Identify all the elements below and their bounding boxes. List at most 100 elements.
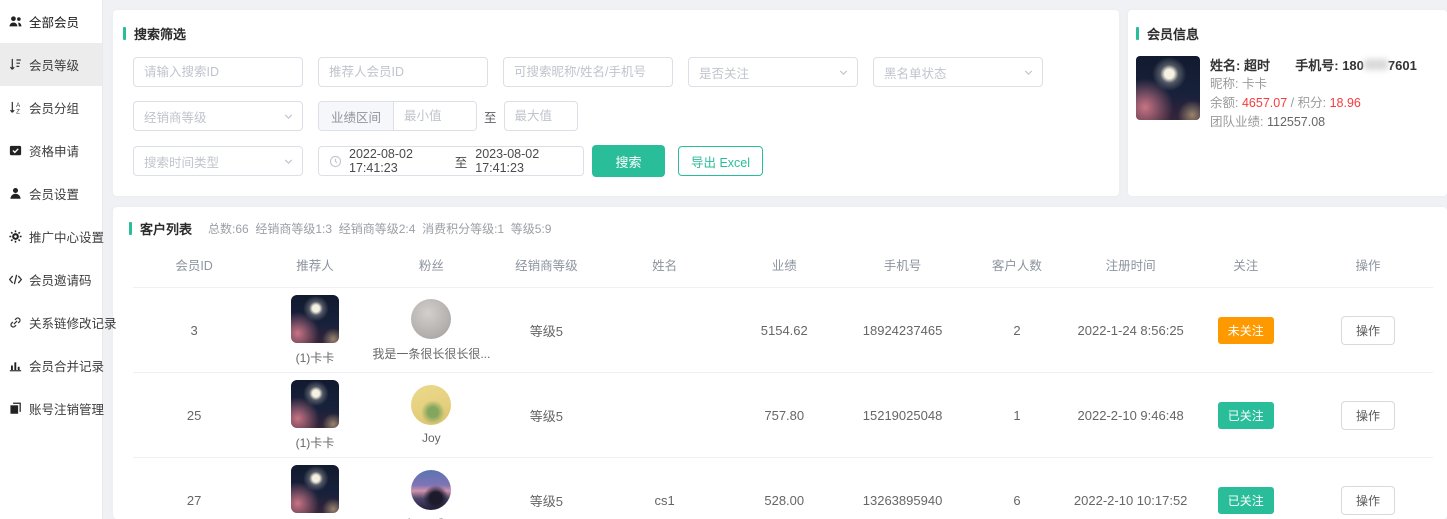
user-icon xyxy=(8,186,23,201)
sidebar-item-label: 会员等级 xyxy=(29,55,79,74)
row-action-button[interactable]: 操作 xyxy=(1341,401,1395,430)
col-member-id: 会员ID xyxy=(133,240,255,288)
follow-status-badge: 未关注 xyxy=(1218,317,1274,344)
cell-phone: 18924237465 xyxy=(844,288,961,373)
performance-min-input[interactable] xyxy=(394,102,476,130)
performance-max-input[interactable] xyxy=(504,101,578,131)
sidebar-item-label: 会员合并记录 xyxy=(29,356,104,375)
sidebar-item-all-members[interactable]: 全部会员 xyxy=(0,0,102,43)
nickname-value: 卡卡 xyxy=(1242,77,1267,91)
date-range-picker[interactable]: 2022-08-02 17:41:23 至 2023-08-02 17:41:2… xyxy=(318,146,584,176)
col-phone: 手机号 xyxy=(844,240,961,288)
row-action-button[interactable]: 操作 xyxy=(1341,486,1395,515)
search-button[interactable]: 搜索 xyxy=(592,145,665,177)
member-balance-line: 余额: 4657.07 / 积分: 18.96 xyxy=(1210,94,1417,113)
search-id-input[interactable] xyxy=(133,57,303,87)
sidebar-item-invite-code[interactable]: 会员邀请码 xyxy=(0,258,102,301)
sidebar-item-qualification[interactable]: 资格申请 xyxy=(0,129,102,172)
nickname-label: 昵称: xyxy=(1210,77,1238,91)
sidebar-item-relation-chain[interactable]: 关系链修改记录 xyxy=(0,301,102,344)
member-info-section-title: 会员信息 xyxy=(1136,24,1437,43)
chevron-down-icon xyxy=(283,156,294,167)
col-follow: 关注 xyxy=(1189,240,1303,288)
sidebar-item-promotion-settings[interactable]: 推广中心设置 xyxy=(0,215,102,258)
cell-register-time: 2022-1-24 8:56:25 xyxy=(1073,288,1189,373)
customer-list-section-title: 客户列表 xyxy=(129,219,192,238)
sidebar-item-member-settings[interactable]: 会员设置 xyxy=(0,172,102,215)
copy-file-icon xyxy=(8,401,23,416)
cell-customer-count: 2 xyxy=(961,288,1073,373)
col-referrer: 推荐人 xyxy=(255,240,375,288)
export-excel-button[interactable]: 导出 Excel xyxy=(678,146,763,176)
points-label: 积分: xyxy=(1298,96,1326,110)
cell-customer-count: 6 xyxy=(961,458,1073,519)
divider: / xyxy=(1291,96,1294,110)
referrer-avatar xyxy=(291,380,339,428)
referrer-avatar xyxy=(291,295,339,343)
referrer-avatar xyxy=(291,465,339,513)
sidebar-item-label: 账号注销管理 xyxy=(29,399,104,418)
sidebar-item-label: 推广中心设置 xyxy=(29,227,104,246)
member-name-phone-line: 姓名: 超时 手机号: 1807601 xyxy=(1210,56,1417,75)
sidebar-item-member-level[interactable]: 会员等级 xyxy=(0,43,102,86)
sidebar-item-label: 会员分组 xyxy=(29,98,79,117)
date-start: 2022-08-02 17:41:23 xyxy=(349,147,447,175)
col-fan: 粉丝 xyxy=(375,240,488,288)
bar-chart-icon xyxy=(8,358,23,373)
chevron-down-icon xyxy=(838,67,849,78)
customer-list-title-text: 客户列表 xyxy=(140,219,192,238)
col-dealer-level: 经销商等级 xyxy=(488,240,605,288)
cell-phone: 15219025048 xyxy=(844,373,961,458)
cell-dealer-level: 等级5 xyxy=(488,288,605,373)
time-type-placeholder: 搜索时间类型 xyxy=(144,152,219,171)
col-action: 操作 xyxy=(1303,240,1433,288)
cell-performance: 5154.62 xyxy=(724,288,844,373)
cell-phone: 13263895940 xyxy=(844,458,961,519)
time-type-select[interactable]: 搜索时间类型 xyxy=(133,146,303,176)
phone-blur xyxy=(1364,59,1388,70)
gear-icon xyxy=(8,229,23,244)
member-nickname-line: 昵称: 卡卡 xyxy=(1210,75,1417,94)
table-header-row: 会员ID 推荐人 粉丝 经销商等级 姓名 业绩 手机号 客户人数 注册时间 关注… xyxy=(133,240,1433,288)
sidebar-item-member-group[interactable]: AZ 会员分组 xyxy=(0,86,102,129)
balance-value: 4657.07 xyxy=(1242,96,1287,110)
accent-bar xyxy=(129,222,132,235)
cell-customer-count: 1 xyxy=(961,373,1073,458)
points-value: 18.96 xyxy=(1330,96,1361,110)
customer-list-card: 客户列表 总数:66 经销商等级1:3 经销商等级2:4 消费积分等级:1 等级… xyxy=(113,207,1447,519)
clock-icon xyxy=(329,155,342,168)
users-icon xyxy=(8,14,23,29)
referrer-caption: (1)卡卡 xyxy=(296,349,335,366)
col-register-time: 注册时间 xyxy=(1073,240,1189,288)
fan-caption: Joy xyxy=(422,431,441,445)
fan-avatar xyxy=(411,299,451,339)
cell-dealer-level: 等级5 xyxy=(488,373,605,458)
link-icon xyxy=(8,315,23,330)
customer-table: 会员ID 推荐人 粉丝 经销商等级 姓名 业绩 手机号 客户人数 注册时间 关注… xyxy=(133,240,1433,519)
referrer-id-input[interactable] xyxy=(318,57,488,87)
sidebar-item-label: 会员邀请码 xyxy=(29,270,92,289)
cell-dealer-level: 等级5 xyxy=(488,458,605,519)
sidebar-item-merge-record[interactable]: 会员合并记录 xyxy=(0,344,102,387)
sidebar-item-account-cancellation[interactable]: 账号注销管理 xyxy=(0,387,102,430)
team-performance-value: 112557.08 xyxy=(1267,115,1325,129)
cell-member-id: 3 xyxy=(133,288,255,373)
sidebar-item-label: 全部会员 xyxy=(29,12,79,31)
table-row: 25 (1)卡卡 Joy 等级5 757.80 15219025048 1 20… xyxy=(133,373,1433,458)
member-team-line: 团队业绩: 112557.08 xyxy=(1210,113,1417,132)
accent-bar xyxy=(1136,27,1139,40)
dealer-level-select[interactable]: 经销商等级 xyxy=(133,101,303,131)
keyword-input[interactable] xyxy=(503,57,673,87)
name-label: 姓名: xyxy=(1210,58,1240,73)
fan-caption: 我是一条很长很长很... xyxy=(372,345,490,362)
balance-label: 余额: xyxy=(1210,96,1238,110)
blacklist-status-select[interactable]: 黑名单状态 xyxy=(873,57,1043,87)
follow-select-placeholder: 是否关注 xyxy=(699,63,749,82)
row-action-button[interactable]: 操作 xyxy=(1341,316,1395,345)
follow-status-select[interactable]: 是否关注 xyxy=(688,57,858,87)
chevron-down-icon xyxy=(283,111,294,122)
date-separator: 至 xyxy=(455,152,468,171)
sidebar-item-label: 关系链修改记录 xyxy=(29,313,117,332)
cell-performance: 757.80 xyxy=(724,373,844,458)
cell-name: cs1 xyxy=(605,458,725,519)
